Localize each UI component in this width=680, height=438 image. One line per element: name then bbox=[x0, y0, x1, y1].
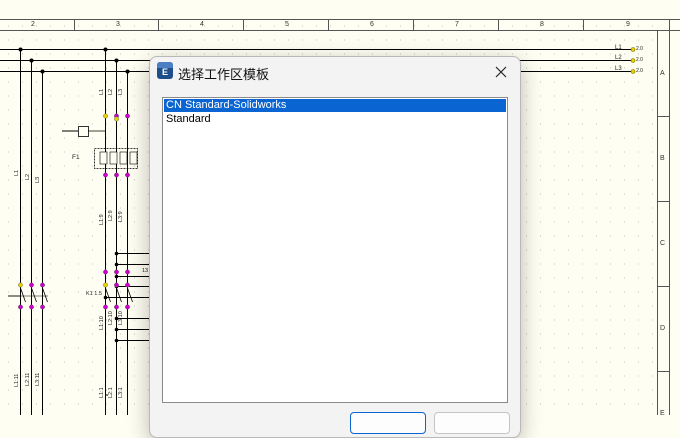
connection-pin bbox=[103, 282, 108, 288]
column-label-5: 5 bbox=[285, 21, 289, 28]
junction-dot bbox=[125, 69, 130, 74]
connection-pin bbox=[18, 282, 23, 288]
wire-label: L3:1 bbox=[118, 387, 124, 398]
wire-label: L3:10 bbox=[118, 311, 124, 325]
breaker-pole bbox=[99, 151, 108, 165]
connection-pin bbox=[114, 116, 119, 122]
wire-label: L2 bbox=[108, 88, 114, 95]
switch-contact bbox=[31, 287, 37, 303]
connection-pin bbox=[114, 304, 119, 310]
connection-pin bbox=[125, 269, 130, 275]
dialog-titlebar[interactable]: E 选择工作区模板 bbox=[150, 57, 520, 87]
template-item-cn-standard-solidworks[interactable]: CN Standard-Solidworks bbox=[164, 99, 506, 112]
connection-pin bbox=[40, 282, 45, 288]
switch-contact bbox=[127, 287, 133, 303]
wire-label: L1 bbox=[14, 169, 20, 176]
row-label-A: A bbox=[660, 70, 665, 77]
switch-contact bbox=[116, 287, 122, 303]
wire-label: L1 bbox=[99, 88, 105, 95]
connection-pin bbox=[29, 304, 34, 310]
connection-pin bbox=[18, 304, 23, 310]
contactor-k-label: K1 1.5 bbox=[86, 291, 102, 297]
column-label-2: 2 bbox=[31, 21, 35, 28]
dialog-title: 选择工作区模板 bbox=[178, 67, 270, 82]
switch-contact bbox=[20, 287, 26, 303]
close-button[interactable] bbox=[486, 59, 516, 85]
wire-label: L3:9 bbox=[118, 211, 124, 222]
junction-dot bbox=[103, 295, 108, 300]
wire-number-label: 13 bbox=[142, 268, 149, 274]
close-icon bbox=[495, 66, 507, 78]
row-label-D: D bbox=[660, 325, 666, 332]
connection-pin bbox=[40, 304, 45, 310]
breaker-pole bbox=[129, 151, 138, 165]
junction-dot bbox=[114, 327, 119, 332]
wire-label: L2:1 bbox=[108, 387, 114, 398]
terminal-pin bbox=[630, 69, 636, 74]
cancel-button[interactable] bbox=[434, 412, 510, 434]
connection-pin bbox=[103, 113, 108, 119]
junction-dot bbox=[40, 69, 45, 74]
column-label-7: 7 bbox=[455, 21, 459, 28]
connection-pin bbox=[125, 172, 130, 178]
select-workspace-template-dialog: E 选择工作区模板 CN Standard-Solidworks Standar… bbox=[149, 56, 521, 438]
terminal-l2-label: L2 bbox=[615, 55, 622, 61]
wire-label: L3 bbox=[118, 88, 124, 95]
wire-label: L1:11 bbox=[14, 373, 20, 387]
breaker-pole bbox=[109, 151, 118, 165]
junction-dot bbox=[114, 274, 119, 279]
breaker-pole bbox=[119, 151, 128, 165]
connection-pin bbox=[114, 172, 119, 178]
connection-pin bbox=[29, 282, 34, 288]
junction-dot bbox=[103, 47, 108, 52]
terminal-pin bbox=[630, 47, 636, 52]
app-logo-letter: E bbox=[161, 67, 168, 77]
breaker-actuator bbox=[78, 126, 89, 137]
junction-dot bbox=[29, 58, 34, 63]
wire-label: L2:11 bbox=[25, 372, 31, 386]
junction-dot bbox=[114, 338, 119, 343]
wire-label: L2 bbox=[25, 173, 31, 180]
connection-pin bbox=[125, 113, 130, 119]
connection-pin bbox=[103, 304, 108, 310]
connection-pin bbox=[125, 282, 130, 288]
app-logo-icon: E bbox=[157, 62, 173, 79]
terminal-l2-value: 2.0 bbox=[636, 57, 643, 63]
junction-dot bbox=[114, 262, 119, 267]
wire-label: L1:10 bbox=[99, 316, 105, 330]
column-label-3: 3 bbox=[116, 21, 120, 28]
junction-dot bbox=[114, 251, 119, 256]
connection-pin bbox=[114, 282, 119, 288]
row-label-E: E bbox=[660, 410, 665, 417]
connection-pin bbox=[125, 304, 130, 310]
switch-contact bbox=[105, 287, 111, 303]
switch-contact bbox=[42, 287, 48, 303]
junction-dot bbox=[114, 58, 119, 63]
wire-label: L3:11 bbox=[35, 372, 41, 386]
connection-pin bbox=[114, 269, 119, 275]
column-label-8: 8 bbox=[540, 21, 544, 28]
column-label-9: 9 bbox=[626, 21, 630, 28]
column-label-6: 6 bbox=[370, 21, 374, 28]
column-label-4: 4 bbox=[200, 21, 204, 28]
fuse-f1-label: F1 bbox=[72, 154, 80, 161]
template-item-standard[interactable]: Standard bbox=[164, 113, 506, 126]
terminal-l1-label: L1 bbox=[615, 45, 622, 51]
row-label-C: C bbox=[660, 240, 666, 247]
connection-pin bbox=[103, 269, 108, 275]
ok-button[interactable] bbox=[350, 412, 426, 434]
wire-label: L2:10 bbox=[108, 311, 114, 325]
junction-dot bbox=[18, 47, 23, 52]
terminal-l3-label: L3 bbox=[615, 66, 622, 72]
wire-label: L2:9 bbox=[108, 210, 114, 221]
template-listbox[interactable]: CN Standard-Solidworks Standard bbox=[162, 97, 508, 403]
wire-label: L1:1 bbox=[99, 387, 105, 398]
wire-label: L1:9 bbox=[99, 214, 105, 225]
terminal-l1-value: 2.0 bbox=[636, 46, 643, 52]
wire-label: L3 bbox=[35, 176, 41, 183]
terminal-pin bbox=[630, 58, 636, 63]
connection-pin bbox=[103, 172, 108, 178]
terminal-l3-value: 2.0 bbox=[636, 68, 643, 74]
row-label-B: B bbox=[660, 155, 665, 162]
